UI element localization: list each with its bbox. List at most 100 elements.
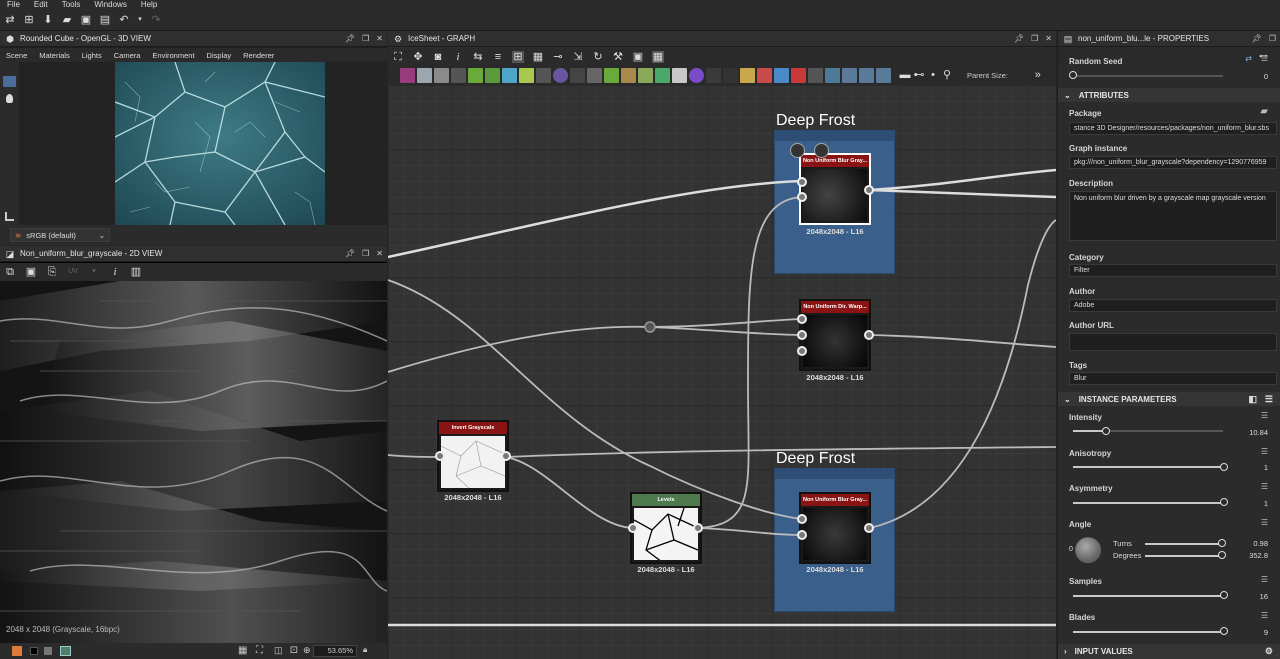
fit-view-icon[interactable]: ⧉ <box>4 266 16 278</box>
input-port[interactable] <box>797 514 807 524</box>
gray-bg-icon[interactable] <box>44 647 52 655</box>
turns-slider[interactable] <box>1145 543 1221 545</box>
output-node-icon[interactable] <box>842 67 857 83</box>
frame-node-icon[interactable] <box>859 67 874 83</box>
asymmetry-knob[interactable] <box>1220 498 1228 506</box>
samples-slider[interactable] <box>1073 595 1223 597</box>
node-levels[interactable]: Levels <box>630 492 702 564</box>
instance-parameters-section[interactable]: ⌄ INSTANCE PARAMETERS ◧ ☰ <box>1058 392 1280 406</box>
zoom-icon[interactable]: ⊕ <box>303 645 311 656</box>
param-menu-icon[interactable]: ☰ <box>1261 611 1268 620</box>
category-field[interactable]: Filter <box>1069 264 1277 277</box>
hierarchy-icon[interactable]: ⊞ <box>512 50 524 63</box>
anisotropy-slider[interactable] <box>1073 466 1223 468</box>
samples-knob[interactable] <box>1220 591 1228 599</box>
channels-node-icon[interactable] <box>502 67 517 83</box>
param-menu-icon[interactable]: ☰ <box>1261 482 1268 491</box>
uv-dropdown-icon[interactable]: ▾ <box>88 266 100 278</box>
3d-menu-materials[interactable]: Materials <box>33 51 75 60</box>
save-all-icon[interactable]: ▤ <box>99 14 111 26</box>
open-folder-icon[interactable]: ▰ <box>1260 106 1268 117</box>
warp-node-icon[interactable] <box>536 67 551 83</box>
3d-menu-camera[interactable]: Camera <box>108 51 147 60</box>
table-icon[interactable]: ▦ <box>532 51 544 63</box>
pixel-ratio-icon[interactable]: ⚀ <box>290 645 298 656</box>
random-seed-slider[interactable] <box>1073 75 1223 77</box>
node-invert-grayscale[interactable]: Invert Grayscale <box>437 420 509 492</box>
fit-frame-icon[interactable]: ▣ <box>632 51 644 63</box>
info-icon[interactable]: i <box>109 266 121 278</box>
param-menu-icon[interactable]: ☰ <box>1261 447 1268 456</box>
input-port[interactable] <box>797 192 807 202</box>
section-menu-icon[interactable]: ☰ <box>1265 394 1273 405</box>
copy-icon[interactable]: ⎘ <box>46 266 58 278</box>
grid-snap-icon[interactable]: ▦ <box>652 50 664 63</box>
fx-map-node-icon[interactable] <box>672 67 687 83</box>
param-menu-icon[interactable]: ☰ <box>1261 518 1268 527</box>
pin-node-icon[interactable]: ⊷ <box>913 69 925 81</box>
3d-menu-display[interactable]: Display <box>201 51 238 60</box>
curve-node-icon[interactable] <box>468 67 483 83</box>
author-url-field[interactable] <box>1069 333 1277 351</box>
save-icon[interactable]: ▣ <box>80 14 92 26</box>
open-folder-icon[interactable]: ▰ <box>61 14 73 26</box>
histogram-icon[interactable]: ▥ <box>130 266 142 278</box>
blur-node-icon[interactable] <box>485 67 500 83</box>
refresh-icon[interactable]: ↻ <box>592 51 604 63</box>
normal-node-icon[interactable] <box>638 67 653 83</box>
hsl-node-icon[interactable] <box>604 67 619 83</box>
gradient-node-icon[interactable] <box>553 67 568 83</box>
3d-viewport[interactable] <box>19 62 387 225</box>
blend-node-icon[interactable] <box>434 67 449 83</box>
author-field[interactable]: Adobe <box>1069 299 1277 312</box>
pin-icon[interactable]: 📌︎ <box>1014 34 1024 43</box>
graph-canvas[interactable]: Deep Frost Deep Frost Non Uniform Blur G… <box>388 85 1056 659</box>
menu-tools[interactable]: Tools <box>55 0 88 9</box>
description-field[interactable]: Non uniform blur driven by a grayscale m… <box>1069 191 1277 241</box>
comment-node-icon[interactable] <box>876 67 891 83</box>
dynamic-gradient-node-icon[interactable] <box>808 67 823 83</box>
2d-viewport[interactable] <box>0 281 387 643</box>
axis-icon[interactable] <box>5 212 14 221</box>
comment-icon[interactable]: ▬ <box>899 69 911 81</box>
param-menu-icon[interactable]: ☰ <box>1261 54 1268 63</box>
3d-menu-renderer[interactable]: Renderer <box>237 51 280 60</box>
colorspace-dropdown[interactable]: ≋ sRGB (default) ⌄ <box>10 228 110 242</box>
input-values-section[interactable]: › INPUT VALUES ⚙ <box>1058 644 1280 659</box>
sharpen-node-icon[interactable] <box>621 67 636 83</box>
node-output-icon[interactable] <box>814 143 829 158</box>
randomize-icon[interactable]: ⇄ <box>1245 54 1252 63</box>
screenshot-icon[interactable]: ◙ <box>432 51 444 63</box>
close-icon[interactable]: ✕ <box>376 249 383 258</box>
degrees-knob[interactable] <box>1218 551 1226 559</box>
maximize-icon[interactable]: ❐ <box>362 34 369 43</box>
output-port[interactable] <box>693 523 703 533</box>
param-menu-icon[interactable]: ☰ <box>1261 411 1268 420</box>
fit-icon[interactable]: ⛶ <box>256 645 263 656</box>
input-port[interactable] <box>797 330 807 340</box>
maximize-icon[interactable]: ❐ <box>362 249 369 258</box>
package-field[interactable]: stance 3D Designer/resources/packages/no… <box>1069 122 1277 135</box>
explore-icon[interactable]: ⇆ <box>472 51 484 63</box>
lock-icon[interactable]: 🔒︎ <box>363 645 367 655</box>
move-icon[interactable]: ✥ <box>412 51 424 63</box>
expand-icon[interactable]: » <box>1032 69 1044 81</box>
blades-slider[interactable] <box>1073 631 1223 633</box>
menu-edit[interactable]: Edit <box>27 0 55 9</box>
black-bg-icon[interactable] <box>30 647 38 655</box>
dot-icon[interactable]: • <box>927 69 939 81</box>
light-bulb-icon[interactable] <box>6 94 13 103</box>
pin-icon[interactable]: 📌︎ <box>1252 34 1262 43</box>
turns-knob[interactable] <box>1218 539 1226 547</box>
anchor-icon[interactable]: ⚲ <box>941 69 953 81</box>
blades-knob[interactable] <box>1220 627 1228 635</box>
angle-dial[interactable] <box>1075 537 1101 563</box>
input-port[interactable] <box>797 177 807 187</box>
asymmetry-slider[interactable] <box>1073 502 1223 504</box>
degrees-slider[interactable] <box>1145 555 1221 557</box>
3d-menu-scene[interactable]: Scene <box>0 51 33 60</box>
output-port[interactable] <box>501 451 511 461</box>
transform-node-icon[interactable] <box>570 67 585 83</box>
warning-node-icon[interactable] <box>740 67 755 83</box>
layers-icon[interactable] <box>12 646 22 656</box>
